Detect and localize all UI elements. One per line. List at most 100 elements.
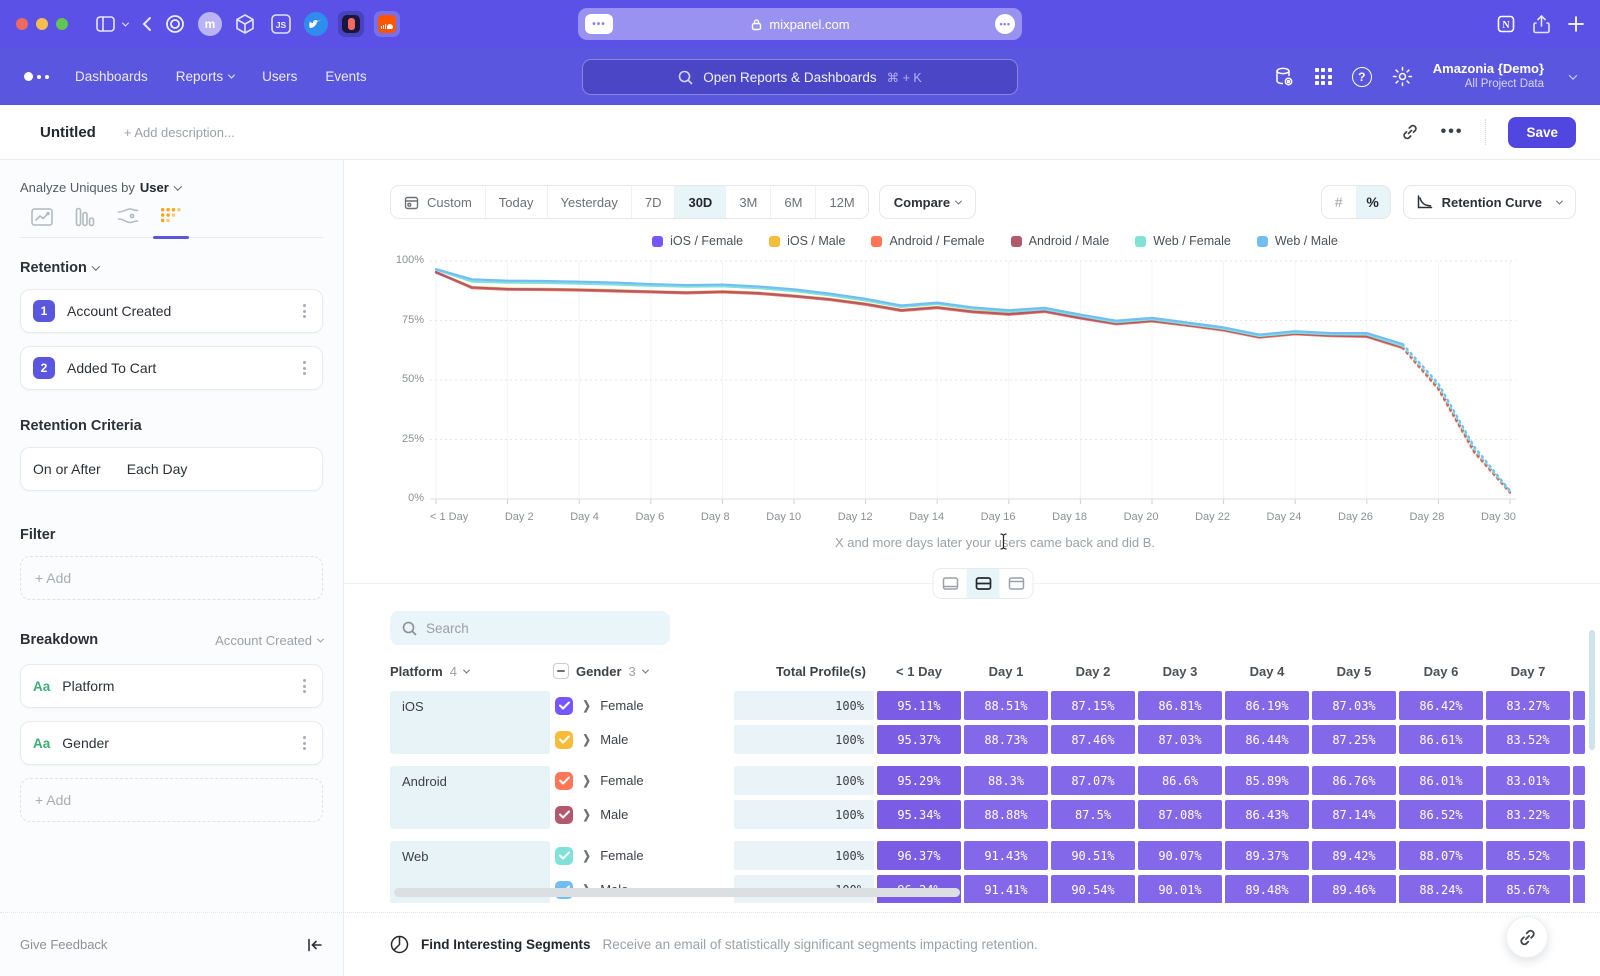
breakdown-add-button[interactable]: + Add <box>20 778 323 822</box>
give-feedback-link[interactable]: Give Feedback <box>20 937 107 952</box>
kebab-menu-icon[interactable] <box>299 731 310 756</box>
breakdown-platform[interactable]: Aa Platform <box>20 664 323 708</box>
series-checkbox-checked[interactable] <box>555 697 573 715</box>
column-day-header[interactable]: Day 3 <box>1138 664 1222 679</box>
legend-item[interactable]: Web / Male <box>1257 233 1338 249</box>
tab-flows[interactable] <box>106 207 149 227</box>
retention-section-label[interactable]: Retention <box>20 260 87 276</box>
app-icon-target[interactable] <box>162 11 188 37</box>
table-search-input[interactable] <box>426 621 626 636</box>
retention-step-a[interactable]: 1 Account Created <box>20 289 323 333</box>
app-icon-js[interactable]: JS <box>268 11 294 37</box>
criteria-interval-dropdown[interactable]: Each Day <box>127 461 188 477</box>
gender-cell[interactable]: ❯Male <box>553 800 731 829</box>
platform-cell[interactable]: iOS <box>390 691 550 754</box>
url-more-icon[interactable]: ••• <box>995 14 1015 34</box>
layout-split-button[interactable] <box>967 569 1000 598</box>
retention-step-b[interactable]: 2 Added To Cart <box>20 346 323 390</box>
column-day-header[interactable]: < 1 Day <box>877 664 961 679</box>
app-icon-avatar-m[interactable]: m <box>198 12 222 36</box>
browser-url-bar[interactable]: ••• mixpanel.com ••• <box>578 8 1022 40</box>
date-range-6m[interactable]: 6M <box>771 186 816 218</box>
table-search[interactable] <box>390 611 670 645</box>
report-description-placeholder[interactable]: + Add description... <box>124 125 235 140</box>
window-close-button[interactable] <box>16 18 28 30</box>
app-icon-soundcloud[interactable] <box>374 11 400 37</box>
breakdown-scope-dropdown[interactable]: Account Created <box>215 633 323 648</box>
retention-criteria-card[interactable]: On or After Each Day <box>20 447 323 491</box>
share-report-fab[interactable] <box>1506 916 1548 958</box>
column-day-header[interactable]: Day 5 <box>1312 664 1396 679</box>
tab-retention-active[interactable] <box>149 207 192 227</box>
gender-cell[interactable]: ❯Male <box>553 725 731 754</box>
data-management-icon[interactable] <box>1273 66 1295 88</box>
filter-add-button[interactable]: + Add <box>20 556 323 600</box>
date-range-12m[interactable]: 12M <box>816 186 867 218</box>
report-title[interactable]: Untitled <box>40 124 96 141</box>
series-checkbox-checked[interactable] <box>555 847 573 865</box>
tab-insights[interactable] <box>20 207 63 227</box>
breakdown-gender[interactable]: Aa Gender <box>20 721 323 765</box>
kebab-menu-icon[interactable] <box>299 356 310 381</box>
notion-extension-icon[interactable]: N <box>1497 15 1515 33</box>
step-event-name[interactable]: Added To Cart <box>67 360 156 376</box>
browser-sidebar-toggle-icon[interactable] <box>96 16 128 32</box>
expand-chevron-icon[interactable]: ❯ <box>582 773 590 787</box>
gender-cell[interactable]: ❯Female <box>553 841 731 870</box>
gender-cell[interactable]: ❯Female <box>553 691 731 720</box>
column-day-header[interactable]: Day 2 <box>1051 664 1135 679</box>
date-range-30d-active[interactable]: 30D <box>675 186 726 218</box>
mixpanel-logo[interactable] <box>24 72 49 81</box>
date-range-7d[interactable]: 7D <box>632 186 676 218</box>
expand-chevron-icon[interactable]: ❯ <box>582 848 590 862</box>
column-total-profiles[interactable]: Total Profile(s) <box>734 664 874 679</box>
legend-item[interactable]: Web / Female <box>1135 233 1231 249</box>
project-switcher[interactable]: Amazonia {Demo} All Project Data <box>1433 61 1544 92</box>
step-event-name[interactable]: Account Created <box>67 303 171 319</box>
nav-reports[interactable]: Reports <box>176 69 234 84</box>
breakdown-property-name[interactable]: Gender <box>62 735 109 751</box>
column-day-header[interactable]: Day 6 <box>1399 664 1483 679</box>
settings-gear-icon[interactable] <box>1392 66 1413 87</box>
horizontal-scrollbar[interactable] <box>394 888 960 897</box>
window-zoom-button[interactable] <box>56 18 68 30</box>
save-button[interactable]: Save <box>1508 117 1576 148</box>
select-all-checkbox-indeterminate[interactable] <box>553 663 569 679</box>
criteria-condition-dropdown[interactable]: On or After <box>33 461 101 477</box>
expand-chevron-icon[interactable]: ❯ <box>582 807 590 821</box>
gender-cell[interactable]: ❯Female <box>553 766 731 795</box>
series-checkbox-checked[interactable] <box>555 772 573 790</box>
app-icon-mixpanel-active[interactable] <box>338 11 364 37</box>
unit-count-button[interactable]: # <box>1322 186 1356 218</box>
apps-grid-icon[interactable] <box>1315 68 1332 85</box>
copy-link-icon[interactable] <box>1401 123 1419 141</box>
legend-item[interactable]: iOS / Female <box>652 233 743 249</box>
app-icon-cube[interactable] <box>232 11 258 37</box>
collapse-sidebar-icon[interactable] <box>307 938 323 952</box>
platform-cell[interactable]: Android <box>390 766 550 829</box>
column-day-header[interactable]: Day 7 <box>1486 664 1570 679</box>
global-search[interactable]: Open Reports & Dashboards ⌘ + K <box>582 59 1018 95</box>
expand-chevron-icon[interactable]: ❯ <box>582 698 590 712</box>
analyze-entity-dropdown[interactable]: User <box>140 180 169 195</box>
find-segments-button[interactable]: Find Interesting Segments <box>421 937 591 952</box>
breakdown-property-name[interactable]: Platform <box>62 678 114 694</box>
app-icon-bird[interactable] <box>304 12 328 36</box>
window-minimize-button[interactable] <box>36 18 48 30</box>
vertical-scrollbar[interactable] <box>1589 630 1595 750</box>
legend-item[interactable]: Android / Male <box>1011 233 1110 249</box>
unit-percent-button[interactable]: % <box>1356 186 1390 218</box>
compare-button[interactable]: Compare <box>879 185 976 219</box>
nav-dashboards[interactable]: Dashboards <box>75 69 148 84</box>
chart-type-dropdown[interactable]: Retention Curve <box>1403 185 1576 219</box>
layout-table-only-button[interactable] <box>1000 569 1033 598</box>
help-icon[interactable]: ? <box>1352 67 1372 87</box>
column-day-header[interactable]: Day 4 <box>1225 664 1309 679</box>
date-range-today[interactable]: Today <box>486 186 548 218</box>
date-range-yesterday[interactable]: Yesterday <box>548 186 632 218</box>
column-platform[interactable]: Platform 4 <box>390 664 550 679</box>
column-day-header[interactable]: Day 1 <box>964 664 1048 679</box>
share-icon[interactable] <box>1533 15 1550 34</box>
series-checkbox-checked[interactable] <box>555 806 573 824</box>
layout-chart-only-button[interactable] <box>934 569 967 598</box>
